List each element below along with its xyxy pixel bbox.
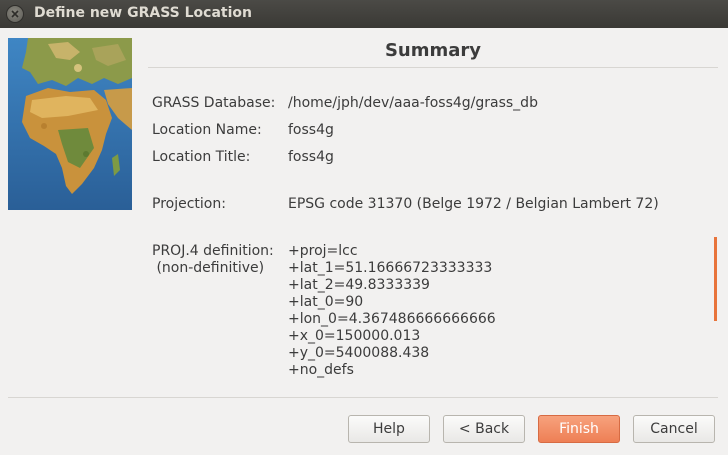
heading-divider [148, 67, 718, 68]
location-name-label: Location Name: [152, 122, 262, 138]
window-title: Define new GRASS Location [34, 5, 252, 21]
database-value: /home/jph/dev/aaa-foss4g/grass_db [288, 95, 538, 111]
projection-value: EPSG code 31370 (Belge 1972 / Belgian La… [288, 196, 659, 212]
proj4-line: +lon_0=4.367486666666666 [288, 311, 496, 327]
database-label: GRASS Database: [152, 95, 276, 111]
button-divider [8, 397, 718, 398]
proj4-line: +proj=lcc [288, 243, 358, 259]
location-title-label: Location Title: [152, 149, 251, 165]
help-button[interactable]: Help [348, 415, 430, 443]
proj4-line: +x_0=150000.013 [288, 328, 421, 344]
location-title-value: foss4g [288, 149, 334, 165]
back-button[interactable]: < Back [443, 415, 525, 443]
proj4-label-line2: (non-definitive) [152, 260, 265, 276]
close-icon [11, 10, 19, 18]
finish-button[interactable]: Finish [538, 415, 620, 443]
cancel-button[interactable]: Cancel [633, 415, 715, 443]
proj4-line: +lat_0=90 [288, 294, 364, 310]
proj4-label-line1: PROJ.4 definition: [152, 243, 274, 259]
page-title: Summary [384, 40, 482, 61]
proj4-line: +lat_1=51.16666723333333 [288, 260, 493, 276]
proj4-line: +y_0=5400088.438 [288, 345, 430, 361]
projection-label: Projection: [152, 196, 226, 212]
location-name-value: foss4g [288, 122, 334, 138]
proj4-label: PROJ.4 definition: (non-definitive) [152, 243, 274, 277]
window-titlebar: Define new GRASS Location [0, 0, 728, 28]
world-map-image [8, 38, 132, 210]
close-window-button[interactable] [6, 5, 24, 23]
proj4-line: +no_defs [288, 362, 354, 378]
proj4-definition: +proj=lcc +lat_1=51.16666723333333 +lat_… [288, 243, 496, 379]
scroll-indicator[interactable] [714, 237, 717, 321]
proj4-line: +lat_2=49.8333339 [288, 277, 430, 293]
